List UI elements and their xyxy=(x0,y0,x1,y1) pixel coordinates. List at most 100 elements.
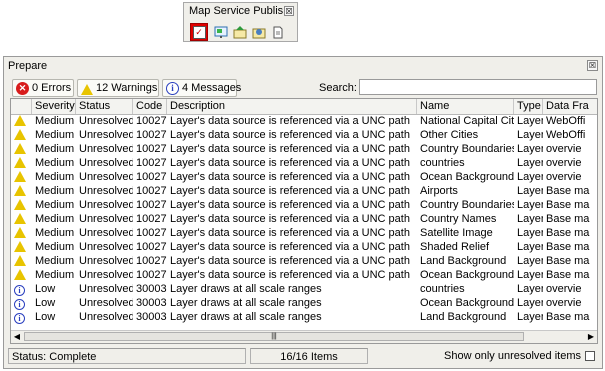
table-row[interactable]: Medium Unresolved 10027 Layer's data source… xyxy=(11,240,597,254)
search-input[interactable] xyxy=(359,79,597,95)
cell-code: 10027 xyxy=(136,255,167,267)
severity-icon-cell: i xyxy=(11,296,32,310)
table-row[interactable]: Medium Unresolved 10027 Layer's data source… xyxy=(11,128,597,142)
table-row[interactable]: Medium Unresolved 10027 Layer's data source… xyxy=(11,156,597,170)
service-properties-button[interactable] xyxy=(250,23,268,41)
warning-icon xyxy=(14,115,26,126)
cell-description: Layer's data source is referenced via a … xyxy=(170,157,410,169)
severity-icon-cell xyxy=(11,184,32,198)
table-row[interactable]: i Low Unresolved 30003 Layer draws at all sc… xyxy=(11,296,597,310)
warnings-filter-label: 12 Warnings xyxy=(96,82,158,94)
preview-button[interactable] xyxy=(212,23,230,41)
cell-type: Layer xyxy=(517,227,543,239)
table-header: Severity Status Code Description Name Ty… xyxy=(11,99,597,115)
publish-icon xyxy=(233,25,247,38)
table-row[interactable]: Medium Unresolved 10027 Layer's data source… xyxy=(11,142,597,156)
info-icon: i xyxy=(166,81,179,95)
cell-status: Unresolved xyxy=(79,199,133,211)
cell-name: Other Cities xyxy=(420,129,479,141)
map-service-publishing-toolbar: Map Service Publis... ☒ ✓ xyxy=(183,2,298,42)
cell-status: Unresolved xyxy=(79,311,133,323)
cell-code: 10027 xyxy=(136,227,167,239)
cell-status: Unresolved xyxy=(79,129,133,141)
table-row[interactable]: Medium Unresolved 10027 Layer's data source… xyxy=(11,198,597,212)
window-close-button[interactable]: ☒ xyxy=(587,60,598,71)
cell-type: Layer xyxy=(517,143,543,155)
cell-frame: Base ma xyxy=(546,227,590,239)
errors-filter-label: 0 Errors xyxy=(32,82,72,94)
settings-icon xyxy=(252,28,266,38)
column-header-data-frame[interactable]: Data Fra xyxy=(543,99,597,114)
table-row[interactable]: Medium Unresolved 10027 Layer's data source… xyxy=(11,254,597,268)
table-row[interactable]: Medium Unresolved 10027 Layer's data source… xyxy=(11,268,597,282)
cell-severity: Medium xyxy=(35,199,75,211)
table-row[interactable]: Medium Unresolved 10027 Layer's data source… xyxy=(11,114,597,128)
cell-code: 30003 xyxy=(136,283,167,295)
show-unresolved-toggle[interactable]: Show only unresolved items xyxy=(372,348,598,364)
column-header-severity[interactable]: Severity xyxy=(32,99,76,114)
info-icon: i xyxy=(14,299,25,310)
scroll-left-icon[interactable]: ◀ xyxy=(11,331,23,343)
cell-name: Country Names xyxy=(420,213,497,225)
analyze-button[interactable]: ✓ xyxy=(190,23,208,41)
document-button[interactable] xyxy=(269,23,287,41)
cell-description: Layer draws at all scale ranges xyxy=(170,283,322,295)
cell-code: 30003 xyxy=(136,311,167,323)
table-row[interactable]: i Low Unresolved 30003 Layer draws at all sc… xyxy=(11,310,597,324)
messages-filter-button[interactable]: i 4 Messages xyxy=(162,79,241,97)
horizontal-scrollbar[interactable]: ◀ ||| ▶ xyxy=(11,330,597,343)
table-row[interactable]: Medium Unresolved 10027 Layer's data source… xyxy=(11,184,597,198)
severity-icon-cell xyxy=(11,128,32,142)
column-header-icon[interactable] xyxy=(11,99,32,114)
cell-type: Layer xyxy=(517,185,543,197)
cell-code: 10027 xyxy=(136,213,167,225)
column-header-type[interactable]: Type xyxy=(514,99,543,114)
cell-type: Layer xyxy=(517,129,543,141)
cell-frame: Base ma xyxy=(546,241,590,253)
table-row[interactable]: Medium Unresolved 10027 Layer's data source… xyxy=(11,226,597,240)
info-icon: i xyxy=(14,313,25,324)
column-header-status[interactable]: Status xyxy=(76,99,133,114)
table-body: Medium Unresolved 10027 Layer's data source… xyxy=(11,114,597,324)
errors-filter-button[interactable]: ✕ 0 Errors xyxy=(12,79,74,97)
toolbar-close-button[interactable]: ☒ xyxy=(284,6,294,16)
severity-icon-cell xyxy=(11,240,32,254)
cell-type: Layer xyxy=(517,213,543,225)
column-header-description[interactable]: Description xyxy=(167,99,417,114)
cell-severity: Low xyxy=(35,297,56,309)
column-header-name[interactable]: Name xyxy=(417,99,514,114)
table-row[interactable]: Medium Unresolved 10027 Layer's data source… xyxy=(11,212,597,226)
cell-severity: Medium xyxy=(35,129,75,141)
cell-code: 10027 xyxy=(136,269,167,281)
cell-frame: Base ma xyxy=(546,213,590,225)
cell-severity: Medium xyxy=(35,269,75,281)
table-row[interactable]: i Low Unresolved 30003 Layer draws at all sc… xyxy=(11,282,597,296)
cell-description: Layer's data source is referenced via a … xyxy=(170,213,410,225)
warnings-filter-button[interactable]: 12 Warnings xyxy=(77,79,159,97)
table-row[interactable]: Medium Unresolved 10027 Layer's data source… xyxy=(11,170,597,184)
cell-code: 10027 xyxy=(136,129,167,141)
cell-name: Land Background xyxy=(420,255,507,267)
warning-icon xyxy=(14,129,26,140)
cell-code: 10027 xyxy=(136,241,167,253)
column-header-code[interactable]: Code xyxy=(133,99,167,114)
cell-description: Layer draws at all scale ranges xyxy=(170,311,322,323)
scroll-right-icon[interactable]: ▶ xyxy=(585,331,597,343)
severity-icon-cell xyxy=(11,254,32,268)
cell-type: Layer xyxy=(517,297,543,309)
cell-description: Layer's data source is referenced via a … xyxy=(170,115,410,127)
scrollbar-thumb[interactable]: ||| xyxy=(24,332,524,341)
cell-status: Unresolved xyxy=(79,283,133,295)
publish-button[interactable] xyxy=(231,23,249,41)
cell-status: Unresolved xyxy=(79,213,133,225)
cell-severity: Medium xyxy=(35,227,75,239)
warning-icon xyxy=(81,83,93,95)
show-unresolved-label: Show only unresolved items xyxy=(444,350,581,362)
cell-status: Unresolved xyxy=(79,269,133,281)
cell-frame: overvie xyxy=(546,171,582,183)
cell-type: Layer xyxy=(517,171,543,183)
severity-icon-cell xyxy=(11,198,32,212)
cell-name: Airports xyxy=(420,185,458,197)
show-unresolved-checkbox[interactable] xyxy=(585,351,595,361)
warning-icon xyxy=(14,185,26,196)
